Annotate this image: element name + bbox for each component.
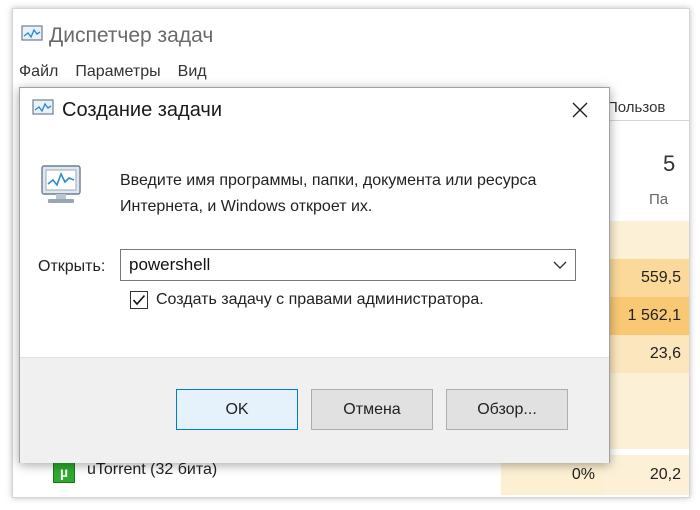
- table-cell-memory: 559,5: [603, 259, 689, 297]
- dialog-title: Создание задачи: [62, 98, 222, 121]
- dialog-titlebar: Создание задачи: [32, 96, 222, 124]
- create-task-dialog: Создание задачи Введите имя программы, п…: [19, 87, 610, 463]
- close-icon: [572, 102, 588, 118]
- menu-item-file[interactable]: Файл: [17, 63, 60, 81]
- chevron-down-icon: [553, 261, 567, 269]
- table-cell: [603, 411, 689, 449]
- menu-item-options[interactable]: Параметры: [73, 63, 162, 81]
- process-name: uTorrent (32 бита): [87, 461, 218, 478]
- task-manager-title: Диспетчер задач: [49, 24, 214, 47]
- utorrent-icon: µ: [53, 461, 75, 483]
- table-cell-memory: 1 562,1: [603, 297, 689, 335]
- ok-button[interactable]: OK: [176, 389, 298, 430]
- admin-checkbox[interactable]: [130, 291, 148, 309]
- browse-button[interactable]: Обзор...: [446, 389, 568, 430]
- task-manager-icon: [21, 24, 43, 48]
- close-button[interactable]: [565, 96, 595, 124]
- task-manager-menubar: Файл Параметры Вид: [17, 63, 209, 81]
- process-memory: 20,2: [603, 455, 689, 495]
- task-manager-titlebar: Диспетчер задач: [21, 23, 213, 49]
- admin-checkbox-row[interactable]: Создать задачу с правами администратора.: [130, 291, 484, 309]
- dialog-description: Введите имя программы, папки, документа …: [120, 172, 537, 215]
- table-cell: [603, 221, 689, 259]
- menu-item-view[interactable]: Вид: [176, 63, 209, 81]
- table-cell: [603, 373, 689, 411]
- run-program-icon: [38, 164, 88, 208]
- dropdown-button[interactable]: [551, 256, 569, 274]
- cancel-button[interactable]: Отмена: [311, 389, 433, 430]
- tab-users[interactable]: Пользов: [603, 99, 689, 121]
- checkmark-icon: [132, 294, 146, 306]
- table-cell-memory: 23,6: [603, 335, 689, 373]
- admin-checkbox-label: Создать задачу с правами администратора.: [156, 291, 484, 308]
- task-manager-icon: [32, 98, 54, 122]
- open-input[interactable]: [121, 254, 551, 276]
- open-combobox[interactable]: [120, 249, 576, 281]
- open-label: Открыть:: [38, 258, 106, 275]
- column-header-memory[interactable]: Па: [649, 191, 668, 208]
- dialog-footer: OK Отмена Обзор...: [20, 357, 609, 463]
- column-percent: 5: [663, 151, 676, 176]
